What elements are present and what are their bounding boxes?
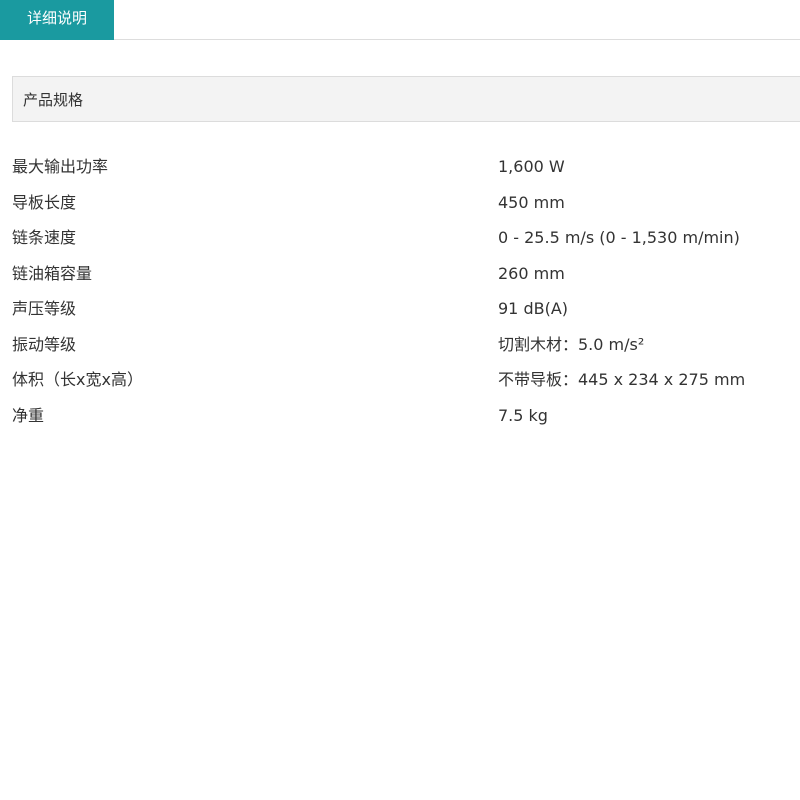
spec-value: 1,600 W [498,157,565,176]
spec-row: 净重 7.5 kg [12,398,792,434]
spec-value: 切割木材：5.0 m/s² [498,334,645,354]
spec-row: 振动等级 切割木材：5.0 m/s² [12,327,792,363]
section-header: 产品规格 [12,76,800,122]
spec-label: 声压等级 [12,299,77,318]
tab-details[interactable]: 详细说明 [0,0,114,40]
spec-row: 体积（长x宽x高） 不带导板：445 x 234 x 275 mm [12,362,792,398]
product-detail-page: 详细说明 产品规格 最大输出功率 1,600 W 导板长度 450 mm 链条速… [0,0,800,800]
spec-table: 最大输出功率 1,600 W 导板长度 450 mm 链条速度 0 - 25.5… [12,149,792,433]
spec-label: 链油箱容量 [12,263,93,283]
spec-row: 导板长度 450 mm [12,185,792,221]
spec-value: 7.5 kg [498,405,548,425]
spec-row: 最大输出功率 1,600 W [12,149,792,185]
spec-label: 体积（长x宽x高） [12,370,143,389]
spec-row: 链油箱容量 260 mm [12,256,792,292]
spec-value: 260 mm [498,263,565,283]
section-title: 产品规格 [23,91,84,109]
spec-label: 振动等级 [12,334,77,354]
spec-value: 不带导板：445 x 234 x 275 mm [498,370,746,389]
spec-value: 91 dB(A) [498,299,569,318]
spec-label: 最大输出功率 [12,157,109,176]
spec-label: 净重 [12,405,45,425]
spec-label: 导板长度 [12,192,77,212]
spec-value: 450 mm [498,192,565,212]
spec-row: 声压等级 91 dB(A) [12,291,792,327]
spec-row: 链条速度 0 - 25.5 m/s (0 - 1,530 m/min) [12,220,792,256]
spec-label: 链条速度 [12,228,77,247]
spec-value: 0 - 25.5 m/s (0 - 1,530 m/min) [498,228,740,247]
tab-bar: 详细说明 [0,0,800,40]
